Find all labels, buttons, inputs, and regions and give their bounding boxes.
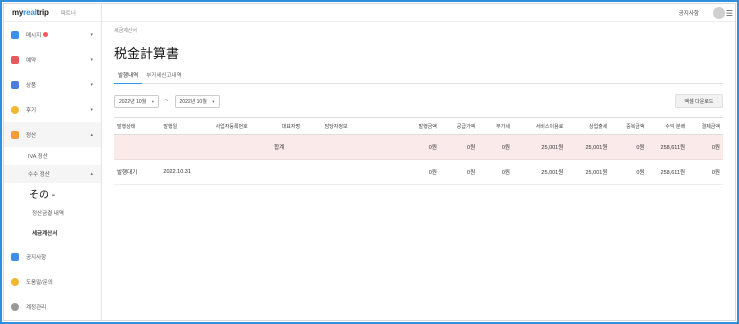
sidebar-bottom: 공지사항 도움말/문의 계정관리 (4, 244, 101, 319)
table-cell: 0원 (439, 134, 479, 160)
sidebar-item-account[interactable]: 계정관리 (4, 294, 101, 319)
chevron-down-icon: ▾ (90, 56, 93, 63)
chevron-down-icon: ▾ (90, 31, 93, 38)
table-cell: 0원 (610, 134, 648, 160)
notification-badge (43, 32, 49, 37)
notice-link[interactable]: 공지사항 (679, 9, 699, 17)
help-icon (11, 277, 19, 286)
tab-issue-history[interactable]: 발행내역 (114, 71, 143, 84)
sidebar-item-label: 후기 (26, 107, 37, 114)
star-icon (11, 105, 19, 114)
invoice-table: 발행상태 발행일 사업자등록번호 대표자명 담당자정보 발행금액 공급가액 부가… (114, 117, 723, 185)
sidebar-nav: 메시지 ▾ 예약 ▾ 상품 ▾ 후기 ▾ 정산 ▴ (4, 22, 101, 147)
table-cell: 25,001원 (566, 134, 611, 160)
sidebar-item-settlement[interactable]: 정산 ▴ (4, 122, 101, 147)
column-header: 사업자등록번호 (212, 117, 279, 135)
table-cell: 0원 (439, 159, 479, 185)
top-bar: 공지사항 ☰ (102, 4, 735, 22)
gear-icon (11, 302, 19, 311)
summary-label: 합계 (114, 134, 378, 160)
table-cell (278, 159, 322, 185)
sidebar-item-label: 공지사항 (26, 254, 47, 261)
message-icon (11, 30, 19, 39)
table-cell: 0원 (478, 159, 513, 185)
sidebar-subitem-tax-invoice[interactable]: 세금계산서 (4, 223, 101, 243)
sidebar-item-label: 도움말/문의 (26, 279, 53, 286)
sidebar-subitem-payout-history[interactable]: 정산금결 내역 (4, 203, 101, 223)
table-cell: 25,001원 (566, 159, 611, 185)
chevron-down-icon: ▾ (212, 98, 215, 104)
settlement-icon (11, 130, 19, 139)
column-header: 상업출세 (566, 117, 611, 135)
excel-download-button[interactable]: 엑셀 다운로드 (675, 94, 723, 108)
status-cell: 발행대기 (114, 159, 161, 185)
grid-icon (11, 80, 19, 89)
sidebar-item-messages[interactable]: 메시지 ▾ (4, 22, 101, 47)
column-header: 결제금액 (688, 117, 723, 135)
column-header: 발행상태 (114, 117, 161, 135)
tab-bar: 발행내역 부가세신고내역 (114, 71, 723, 84)
page-title: 税金計算書 (114, 47, 180, 62)
sidebar-subitem-iva[interactable]: IVA 정산 (4, 147, 101, 165)
breadcrumb: 세금계산서 (114, 28, 138, 34)
table-cell: 25,001원 (512, 134, 567, 160)
column-header: 대표자명 (278, 117, 322, 135)
app-window: myrealtrip 파트너 메시지 ▾ 예약 ▾ 상품 ▾ 후기 ▾ 정산 ▴… (3, 3, 736, 321)
sidebar-item-label: 정산 (26, 132, 37, 139)
partner-label: 파트너 (60, 10, 76, 17)
table-header-row: 발행상태 발행일 사업자등록번호 대표자명 담당자정보 발행금액 공급가액 부가… (114, 117, 723, 135)
logo[interactable]: myrealtrip (12, 8, 49, 17)
chevron-up-icon: ▴ (90, 171, 93, 177)
table-cell: 258,611원 (647, 134, 689, 160)
tab-vat-report[interactable]: 부가세신고내역 (142, 71, 185, 84)
logo-row: myrealtrip 파트너 (4, 4, 101, 22)
sidebar-item-label: 예약 (26, 57, 37, 64)
sidebar-item-label: 상품 (26, 82, 37, 89)
chevron-down-icon: ▾ (151, 98, 154, 104)
column-header: 수익 분배 (647, 117, 689, 135)
range-separator: ~ (165, 98, 169, 104)
table-cell: 0원 (688, 134, 723, 160)
sidebar-item-notice[interactable]: 공지사항 (4, 244, 101, 269)
month-to-select[interactable]: 2022년 10월 ▾ (174, 94, 220, 108)
summary-row: 합계 0원 0원 0원 25,001원 25,001원 0원 258,611원 … (114, 134, 723, 160)
table-cell (321, 159, 378, 185)
column-header: 담당자정보 (321, 117, 378, 135)
table-cell: 0원 (478, 134, 513, 160)
sidebar: myrealtrip 파트너 메시지 ▾ 예약 ▾ 상품 ▾ 후기 ▾ 정산 ▴… (4, 4, 102, 320)
table-cell: 25,001원 (512, 159, 567, 185)
table-cell: 0원 (377, 159, 440, 185)
table-cell: 258,611원 (647, 159, 689, 185)
chevron-down-icon: ▾ (90, 81, 93, 88)
sidebar-item-reservations[interactable]: 예약 ▾ (4, 47, 101, 72)
table-cell: 0원 (610, 159, 648, 185)
table-cell: 0원 (377, 134, 440, 160)
main-content: 세금계산서 税金計算書 발행내역 부가세신고내역 2022년 10월 ▾ ~ 20… (102, 22, 735, 320)
column-header: 서비스이용료 (512, 117, 567, 135)
column-header: 발행일 (160, 117, 213, 135)
table-row[interactable]: 발행대기 2022.10.31 0원 0원 0원 25,001원 25,001원… (114, 159, 723, 185)
calendar-icon (11, 55, 19, 64)
sidebar-item-reviews[interactable]: 후기 ▾ (4, 97, 101, 122)
date-cell: 2022.10.31 (160, 159, 213, 185)
sidebar-item-products[interactable]: 상품 ▾ (4, 72, 101, 97)
column-header: 부가세 (478, 117, 513, 135)
table-cell (212, 159, 279, 185)
sidebar-item-label: 계정관리 (26, 304, 47, 311)
chevron-up-icon: ▴ (90, 131, 93, 138)
avatar[interactable] (713, 7, 725, 19)
sidebar-item-help[interactable]: 도움말/문의 (4, 269, 101, 294)
column-header: 공급가액 (439, 117, 479, 135)
column-header: 중복금액 (610, 117, 648, 135)
month-from-select[interactable]: 2022년 10월 ▾ (114, 94, 159, 108)
table-cell: 0원 (688, 159, 723, 185)
sidebar-item-label: 메시지 (26, 32, 42, 39)
sidebar-subitem-other[interactable]: その - (4, 183, 101, 203)
column-header: 발행금액 (377, 117, 440, 135)
sidebar-subitem-commission[interactable]: 수수 정산 ▴ (4, 165, 101, 183)
filter-bar: 2022년 10월 ▾ ~ 2022년 10월 ▾ 엑셀 다운로드 (114, 94, 723, 108)
menu-icon[interactable]: ☰ (726, 9, 733, 18)
chevron-down-icon: ▾ (90, 106, 93, 113)
megaphone-icon (11, 252, 19, 261)
